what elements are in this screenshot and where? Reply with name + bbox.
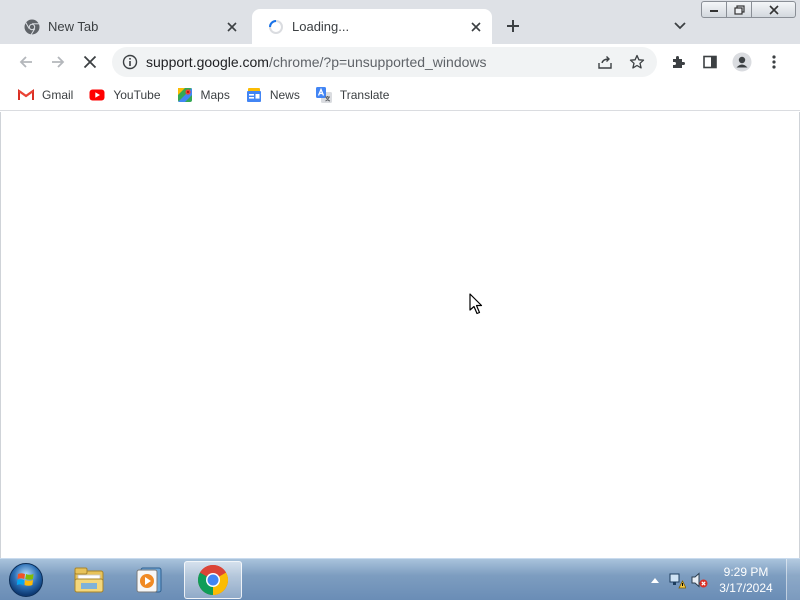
bookmark-label: Gmail	[42, 88, 74, 102]
tab-loading[interactable]: Loading...	[252, 9, 492, 44]
tab-title: Loading...	[292, 19, 350, 34]
menu-button[interactable]	[762, 50, 786, 74]
bookmark-maps[interactable]: Maps	[169, 83, 238, 107]
close-window-button[interactable]	[752, 1, 796, 18]
back-button[interactable]	[14, 50, 38, 74]
tab-new-tab[interactable]: New Tab	[8, 9, 248, 44]
profile-button[interactable]	[730, 50, 754, 74]
folder-icon	[74, 567, 104, 593]
clock-date: 3/17/2024	[719, 581, 773, 595]
bookmark-label: News	[269, 88, 300, 102]
kebab-menu-icon	[772, 55, 776, 69]
chevron-down-icon	[674, 22, 686, 30]
side-panel-icon	[703, 55, 717, 69]
window-controls	[701, 1, 796, 18]
bookmark-star-icon[interactable]	[627, 52, 647, 72]
profile-avatar-icon	[732, 52, 752, 72]
bookmark-news[interactable]: News	[238, 83, 308, 107]
bookmarks-bar: Gmail YouTube Maps News Translate	[0, 80, 800, 111]
tab-search-button[interactable]	[670, 16, 690, 36]
plus-icon	[507, 20, 519, 32]
translate-icon	[315, 87, 332, 103]
stop-button[interactable]	[78, 50, 102, 74]
puzzle-icon	[673, 56, 685, 68]
site-info-icon[interactable]	[121, 53, 139, 71]
address-bar[interactable]: support.google.com/chrome/?p=unsupported…	[112, 47, 657, 77]
bookmark-label: Maps	[200, 88, 230, 102]
chrome-icon	[24, 19, 40, 35]
extensions-button[interactable]	[666, 50, 690, 74]
show-hidden-icons-button[interactable]	[644, 569, 666, 591]
gmail-icon	[18, 87, 34, 103]
side-panel-button[interactable]	[698, 50, 722, 74]
page-content[interactable]	[0, 112, 800, 558]
bookmark-label: Translate	[339, 88, 390, 102]
minimize-button[interactable]	[701, 1, 727, 18]
share-icon[interactable]	[595, 52, 615, 72]
youtube-icon	[89, 87, 105, 103]
windows-start-icon	[9, 563, 43, 597]
taskbar: 9:29 PM 3/17/2024	[0, 558, 800, 600]
bookmark-youtube[interactable]: YouTube	[81, 83, 168, 107]
volume-tray-button[interactable]	[688, 569, 710, 591]
chevron-up-icon	[651, 578, 659, 583]
bookmark-label: YouTube	[113, 88, 161, 102]
taskbar-chrome[interactable]	[184, 561, 242, 599]
network-tray-button[interactable]	[666, 569, 688, 591]
bookmark-translate[interactable]: Translate	[308, 83, 398, 107]
network-warning-icon	[669, 573, 686, 589]
restore-icon	[733, 4, 745, 15]
show-desktop-button[interactable]	[786, 559, 800, 600]
back-arrow-icon	[19, 56, 32, 68]
forward-button[interactable]	[46, 50, 70, 74]
maps-icon	[177, 87, 193, 103]
volume-muted-icon	[691, 572, 708, 588]
mouse-cursor-icon	[469, 293, 483, 315]
close-tab-icon[interactable]	[466, 17, 486, 37]
minimize-icon	[710, 9, 718, 12]
restore-button[interactable]	[727, 1, 752, 18]
stop-icon	[83, 55, 97, 69]
toolbar: support.google.com/chrome/?p=unsupported…	[0, 44, 800, 80]
news-icon	[246, 87, 262, 103]
media-player-icon	[136, 567, 162, 593]
url-host: support.google.com	[146, 54, 269, 70]
url-text: support.google.com/chrome/?p=unsupported…	[146, 54, 487, 70]
tab-title: New Tab	[48, 19, 99, 34]
clock-time: 9:29 PM	[723, 565, 769, 579]
loading-spinner-icon	[268, 19, 284, 35]
chrome-icon	[197, 564, 229, 595]
taskbar-file-explorer[interactable]	[60, 561, 118, 599]
bookmark-gmail[interactable]: Gmail	[10, 83, 81, 107]
start-button[interactable]	[6, 561, 46, 599]
close-icon	[768, 4, 779, 15]
tab-strip: New Tab Loading...	[0, 0, 800, 44]
new-tab-button[interactable]	[502, 15, 524, 37]
close-tab-icon[interactable]	[222, 17, 242, 37]
taskbar-clock[interactable]: 9:29 PM 3/17/2024	[710, 564, 782, 596]
taskbar-media-player[interactable]	[120, 561, 178, 599]
system-tray: 9:29 PM 3/17/2024	[644, 559, 800, 600]
url-path: /chrome/?p=unsupported_windows	[268, 54, 487, 70]
forward-arrow-icon	[52, 56, 65, 68]
